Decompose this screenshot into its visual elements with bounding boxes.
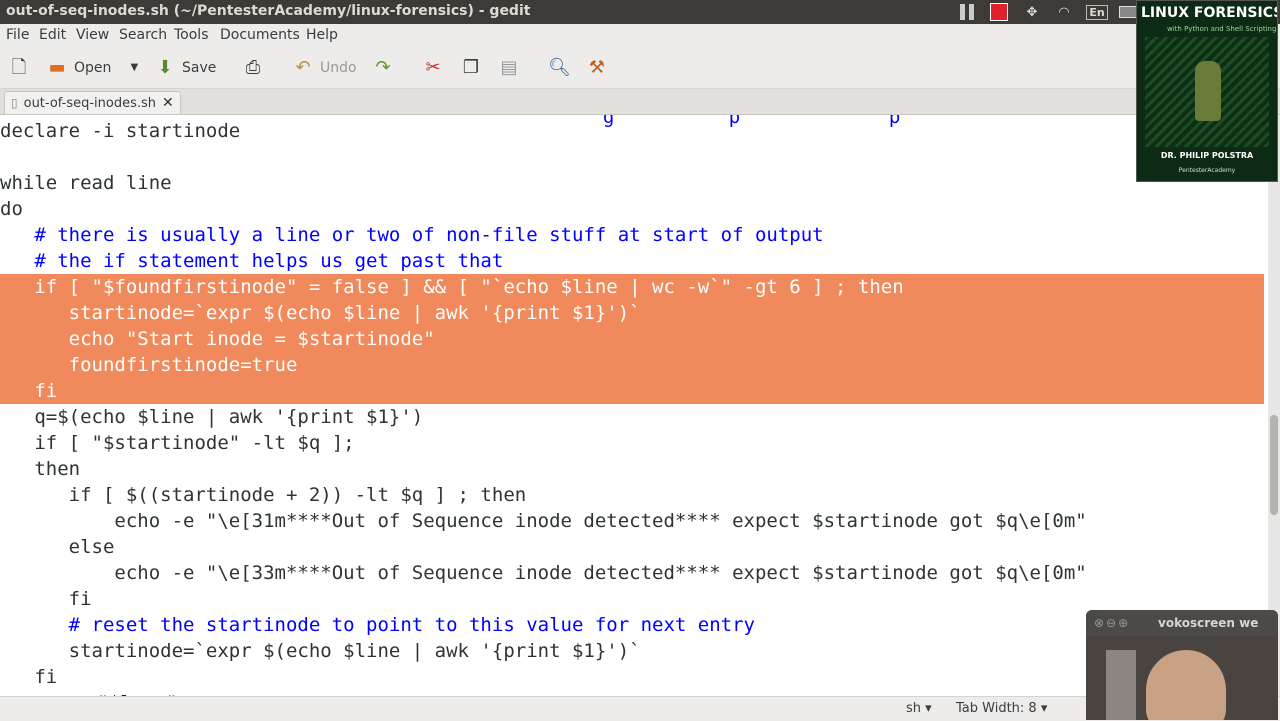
new-document-icon: 🗋	[11, 57, 27, 78]
document-icon: ▯	[11, 96, 18, 110]
redo-icon: ↷	[375, 57, 391, 78]
book-cover-overlay: LINUX FORENSICS with Python and Shell Sc…	[1136, 0, 1278, 182]
cover-publisher: PentesterAcademy	[1178, 167, 1236, 174]
new-button[interactable]: 🗋	[8, 54, 30, 82]
window-controls-icon[interactable]: ⊗⊖⊕	[1094, 616, 1130, 630]
undo-label: Undo	[320, 60, 357, 76]
replace-button[interactable]: ⚒	[586, 54, 608, 82]
code-line: echo -e "\e[33m****Out of Sequence inode…	[0, 562, 1087, 584]
headphone-shape	[1106, 650, 1136, 720]
webcam-title-bar: ⊗⊖⊕ vokoscreen we	[1086, 610, 1278, 636]
cut-button[interactable]: ✂	[422, 54, 444, 82]
open-button[interactable]: ▬ Open ▼	[46, 54, 141, 82]
presenter-video	[1146, 650, 1226, 720]
code-line: startinode=`expr $(echo $line | awk '{pr…	[0, 640, 641, 662]
language-selector[interactable]: sh ▾	[906, 701, 932, 716]
save-icon: ⬇	[157, 57, 173, 78]
find-button[interactable]: 🔍︎	[548, 54, 571, 82]
window-title: out-of-seq-inodes.sh (~/PentesterAcademy…	[6, 3, 531, 19]
copy-icon: ❐	[462, 57, 480, 78]
pause-icon[interactable]	[956, 2, 978, 22]
open-label: Open	[74, 60, 112, 76]
code-line: # reset the startinode to point to this …	[0, 614, 755, 636]
menu-file[interactable]: File	[6, 27, 29, 43]
folder-icon: ▬	[48, 57, 66, 78]
code-line-selected: startinode=`expr $(echo $line | awk '{pr…	[0, 300, 1264, 326]
tab-width-selector[interactable]: Tab Width: 8 ▾	[956, 701, 1047, 716]
code-line: then	[0, 458, 81, 480]
wifi-icon[interactable]: ◠	[1052, 2, 1076, 22]
code-line: fi	[0, 588, 92, 610]
tab-label: out-of-seq-inodes.sh	[23, 95, 157, 111]
dropbox-icon[interactable]: ✥	[1020, 2, 1044, 22]
menu-edit[interactable]: Edit	[39, 27, 66, 43]
cover-subtitle: with Python and Shell Scripting	[1167, 25, 1277, 33]
code-line: if [ $((startinode + 2)) -lt $q ] ; then	[0, 484, 527, 506]
redo-button[interactable]: ↷	[372, 54, 394, 82]
document-tab-bar: ▯ out-of-seq-inodes.sh ✕	[0, 89, 1280, 115]
code-line: q=$(echo $line | awk '{print $1}')	[0, 406, 424, 428]
chevron-down-icon[interactable]: ▼	[127, 57, 141, 79]
printer-icon: ⎙	[245, 57, 261, 78]
code-line: do	[0, 198, 23, 220]
scrollbar-thumb[interactable]	[1270, 415, 1278, 515]
tab-document[interactable]: ▯ out-of-seq-inodes.sh ✕	[4, 91, 181, 114]
code-line: declare -i startinode	[0, 120, 241, 142]
vertical-scrollbar[interactable]	[1268, 115, 1280, 696]
webcam-title: vokoscreen we	[1158, 616, 1259, 630]
menu-search[interactable]: Search	[119, 27, 167, 43]
toolbar: 🗋 ▬ Open ▼ ⬇ Save ⎙ ↶ Undo ↷ ✂ ❐ ▤ 🔍︎ ⚒	[0, 48, 1280, 89]
menu-tools[interactable]: Tools	[174, 27, 209, 43]
stop-record-icon[interactable]	[988, 2, 1010, 22]
code-editor[interactable]: g p p declare -i startinode while read l…	[0, 115, 1268, 696]
code-line: else	[0, 536, 115, 558]
code-line-selected: if [ "$foundfirstinode" = false ] && [ "…	[0, 274, 1264, 300]
code-line-selected: echo "Start inode = $startinode"	[0, 326, 1264, 352]
paste-button[interactable]: ▤	[498, 54, 520, 82]
menu-bar: File Edit View Search Tools Documents He…	[0, 24, 1280, 48]
save-button[interactable]: ⬇ Save	[154, 54, 216, 82]
undo-button[interactable]: ↶ Undo	[292, 54, 357, 82]
copy-button[interactable]: ❐	[460, 54, 482, 82]
keyboard-layout-indicator[interactable]: En	[1086, 2, 1108, 22]
code-line: echo -e "\e[31m****Out of Sequence inode…	[0, 510, 1087, 532]
code-line-selected: foundfirstinode=true	[0, 352, 1264, 378]
menu-documents[interactable]: Documents	[220, 27, 300, 43]
code-line: if [ "$startinode" -lt $q ];	[0, 432, 355, 454]
search-icon: 🔍︎	[548, 57, 571, 78]
close-tab-icon[interactable]: ✕	[162, 95, 174, 111]
undo-icon: ↶	[295, 57, 311, 78]
title-bar: out-of-seq-inodes.sh (~/PentesterAcademy…	[0, 0, 1280, 24]
cover-author: DR. PHILIP POLSTRA	[1160, 151, 1254, 160]
code-line: while read line	[0, 172, 172, 194]
cover-title: LINUX FORENSICS	[1141, 5, 1278, 21]
webcam-window: ⊗⊖⊕ vokoscreen we	[1086, 610, 1278, 720]
keyboard-layout-label: En	[1086, 4, 1108, 20]
cover-figure	[1195, 61, 1221, 121]
menu-help[interactable]: Help	[306, 27, 338, 43]
paste-icon: ▤	[500, 57, 518, 78]
save-label: Save	[182, 60, 217, 76]
find-replace-icon: ⚒	[588, 57, 606, 78]
code-line: fi	[0, 666, 58, 688]
code-line: # the if statement helps us get past tha…	[0, 250, 504, 272]
code-line-selected: fi	[0, 378, 1264, 404]
battery-icon[interactable]	[1118, 2, 1138, 22]
code-line: # there is usually a line or two of non-…	[0, 224, 824, 246]
print-button[interactable]: ⎙	[242, 54, 264, 82]
menu-view[interactable]: View	[76, 27, 109, 43]
scissors-icon: ✂	[425, 57, 441, 78]
